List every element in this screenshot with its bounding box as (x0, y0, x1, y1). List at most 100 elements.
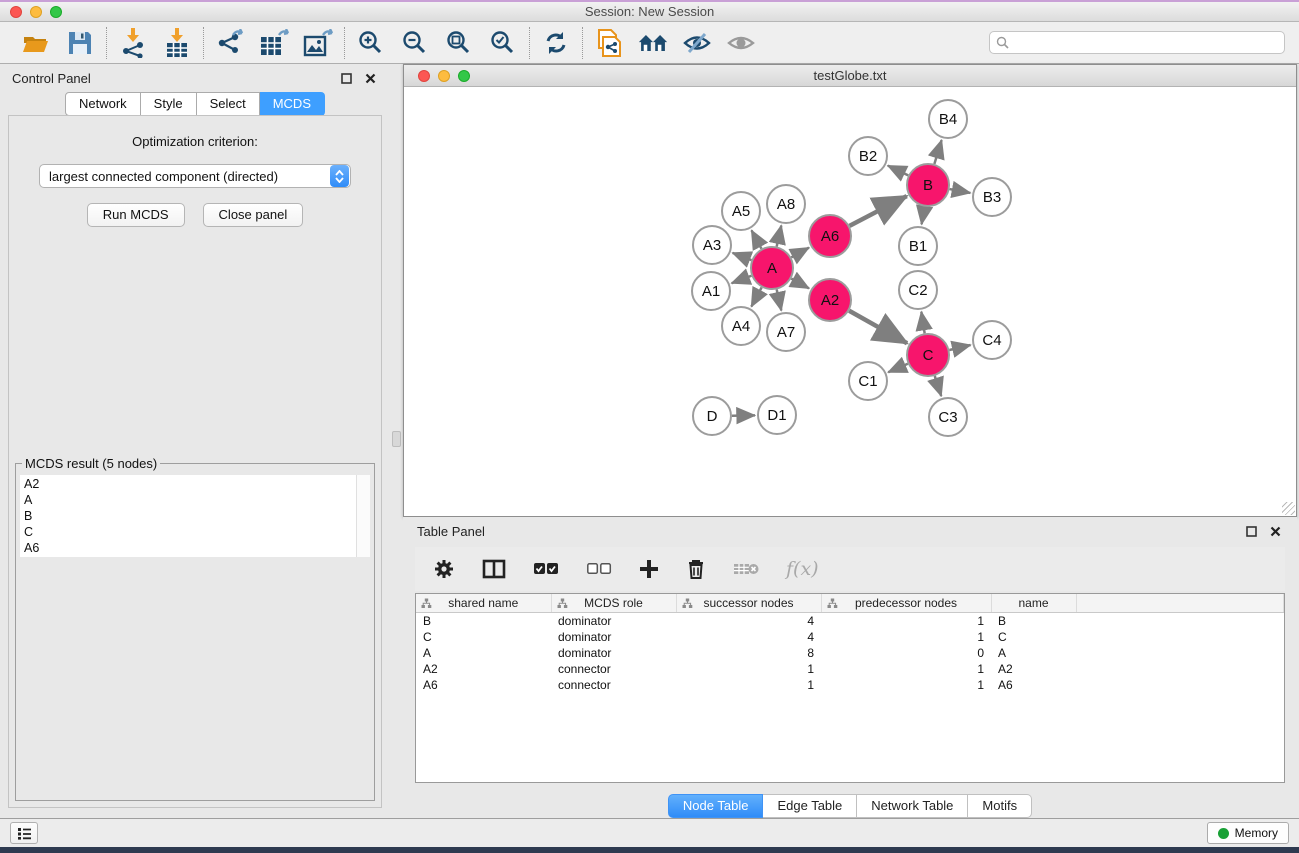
result-item-C[interactable]: C (24, 524, 352, 540)
edge-A-A8[interactable] (777, 225, 782, 246)
zoom-out-icon[interactable] (400, 28, 430, 58)
table-row[interactable]: Bdominator41B (416, 613, 1284, 629)
network-node-A7[interactable]: A7 (767, 313, 805, 351)
mcds-result-list[interactable]: A2ABCA6 (20, 475, 370, 557)
run-mcds-button[interactable]: Run MCDS (87, 203, 185, 227)
tab-style[interactable]: Style (141, 92, 197, 116)
task-history-button[interactable] (10, 822, 38, 844)
edge-C-C4[interactable] (949, 345, 970, 350)
network-node-A6[interactable]: A6 (809, 215, 851, 257)
network-canvas[interactable]: B4B2BB3A8A5A6A3B1AA1C2A2A4A7C4CC1C3DD1 (404, 87, 1296, 516)
network-node-C1[interactable]: C1 (849, 362, 887, 400)
column-header-name[interactable]: name (991, 594, 1076, 613)
network-node-A3[interactable]: A3 (693, 226, 731, 264)
edge-A-A3[interactable] (733, 253, 752, 260)
tab-node-table[interactable]: Node Table (668, 794, 764, 818)
edge-B-B2[interactable] (888, 166, 908, 176)
save-session-icon[interactable] (65, 28, 95, 58)
network-node-C2[interactable]: C2 (899, 271, 937, 309)
network-node-A2[interactable]: A2 (809, 279, 851, 321)
edge-A-A2[interactable] (791, 279, 809, 289)
search-field[interactable] (989, 31, 1285, 54)
export-image-icon[interactable] (303, 28, 333, 58)
zoom-selected-icon[interactable] (488, 28, 518, 58)
network-node-B2[interactable]: B2 (849, 137, 887, 175)
zoom-in-icon[interactable] (356, 28, 386, 58)
deselect-all-icon[interactable] (586, 562, 612, 575)
delete-column-icon[interactable] (686, 558, 706, 580)
network-node-A4[interactable]: A4 (722, 307, 760, 345)
refresh-icon[interactable] (541, 28, 571, 58)
memory-button[interactable]: Memory (1207, 822, 1289, 844)
network-node-D[interactable]: D (693, 397, 731, 435)
home-icon[interactable] (638, 28, 668, 58)
vertical-splitter-handle[interactable] (392, 431, 401, 447)
result-item-B[interactable]: B (24, 508, 352, 524)
network-node-B1[interactable]: B1 (899, 227, 937, 265)
tab-select[interactable]: Select (197, 92, 260, 116)
tab-motifs[interactable]: Motifs (968, 794, 1032, 818)
network-node-B3[interactable]: B3 (973, 178, 1011, 216)
tab-edge-table[interactable]: Edge Table (763, 794, 857, 818)
column-header-MCDS-role[interactable]: MCDS role (551, 594, 676, 613)
zoom-fit-icon[interactable] (444, 28, 474, 58)
float-panel-icon[interactable] (338, 70, 354, 86)
tab-network[interactable]: Network (65, 92, 141, 116)
close-table-panel-icon[interactable] (1267, 524, 1283, 540)
network-node-C[interactable]: C (907, 334, 949, 376)
edge-A2-C[interactable] (849, 311, 907, 343)
close-panel-icon[interactable] (362, 70, 378, 86)
export-network-icon[interactable] (215, 28, 245, 58)
table-settings-icon[interactable] (433, 558, 455, 580)
edge-B-B1[interactable] (922, 207, 925, 225)
column-header-successor-nodes[interactable]: successor nodes (676, 594, 821, 613)
function-builder-icon[interactable]: f(x) (786, 558, 819, 580)
network-node-C4[interactable]: C4 (973, 321, 1011, 359)
network-node-A5[interactable]: A5 (722, 192, 760, 230)
select-all-icon[interactable] (533, 562, 559, 575)
edge-A-A4[interactable] (751, 287, 761, 306)
column-header-shared-name[interactable]: shared name (416, 594, 551, 613)
edge-C-C2[interactable] (921, 312, 924, 334)
table-row[interactable]: Cdominator41C (416, 629, 1284, 645)
edge-B-B4[interactable] (934, 140, 941, 164)
import-table-icon[interactable] (162, 28, 192, 58)
search-input[interactable] (1013, 36, 1278, 50)
delete-table-icon[interactable] (733, 561, 759, 577)
edge-C-C1[interactable] (888, 364, 908, 373)
close-panel-button[interactable]: Close panel (203, 203, 304, 227)
edge-A-A7[interactable] (777, 289, 782, 310)
clone-network-icon[interactable] (594, 28, 624, 58)
split-view-icon[interactable] (482, 559, 506, 579)
hide-selected-icon[interactable] (682, 28, 712, 58)
network-node-D1[interactable]: D1 (758, 396, 796, 434)
result-list-scrollbar[interactable] (356, 475, 370, 557)
network-node-A1[interactable]: A1 (692, 272, 730, 310)
network-node-B4[interactable]: B4 (929, 100, 967, 138)
column-header-predecessor-nodes[interactable]: predecessor nodes (821, 594, 991, 613)
tab-mcds[interactable]: MCDS (260, 92, 325, 116)
result-item-A2[interactable]: A2 (24, 476, 352, 492)
tab-network-table[interactable]: Network Table (857, 794, 968, 818)
edge-A-A1[interactable] (732, 276, 752, 283)
show-all-icon[interactable] (726, 28, 756, 58)
table-row[interactable]: A6connector11A6 (416, 677, 1284, 693)
table-row[interactable]: Adominator80A (416, 645, 1284, 661)
edge-B-B3[interactable] (950, 189, 971, 193)
network-node-B[interactable]: B (907, 164, 949, 206)
import-network-icon[interactable] (118, 28, 148, 58)
edge-A6-B[interactable] (850, 196, 907, 226)
edge-C-C3[interactable] (935, 376, 941, 396)
export-table-icon[interactable] (259, 28, 289, 58)
node-table[interactable]: shared nameMCDS rolesuccessor nodesprede… (415, 593, 1285, 783)
network-node-C3[interactable]: C3 (929, 398, 967, 436)
edge-A-A5[interactable] (752, 230, 762, 248)
window-resize-grip[interactable] (1282, 502, 1295, 515)
network-node-A8[interactable]: A8 (767, 185, 805, 223)
float-table-panel-icon[interactable] (1243, 524, 1259, 540)
result-item-A6[interactable]: A6 (24, 540, 352, 556)
criterion-select[interactable]: largest connected component (directed) (39, 164, 351, 188)
table-row[interactable]: A2connector11A2 (416, 661, 1284, 677)
result-item-A[interactable]: A (24, 492, 352, 508)
edge-A-A6[interactable] (791, 248, 809, 258)
